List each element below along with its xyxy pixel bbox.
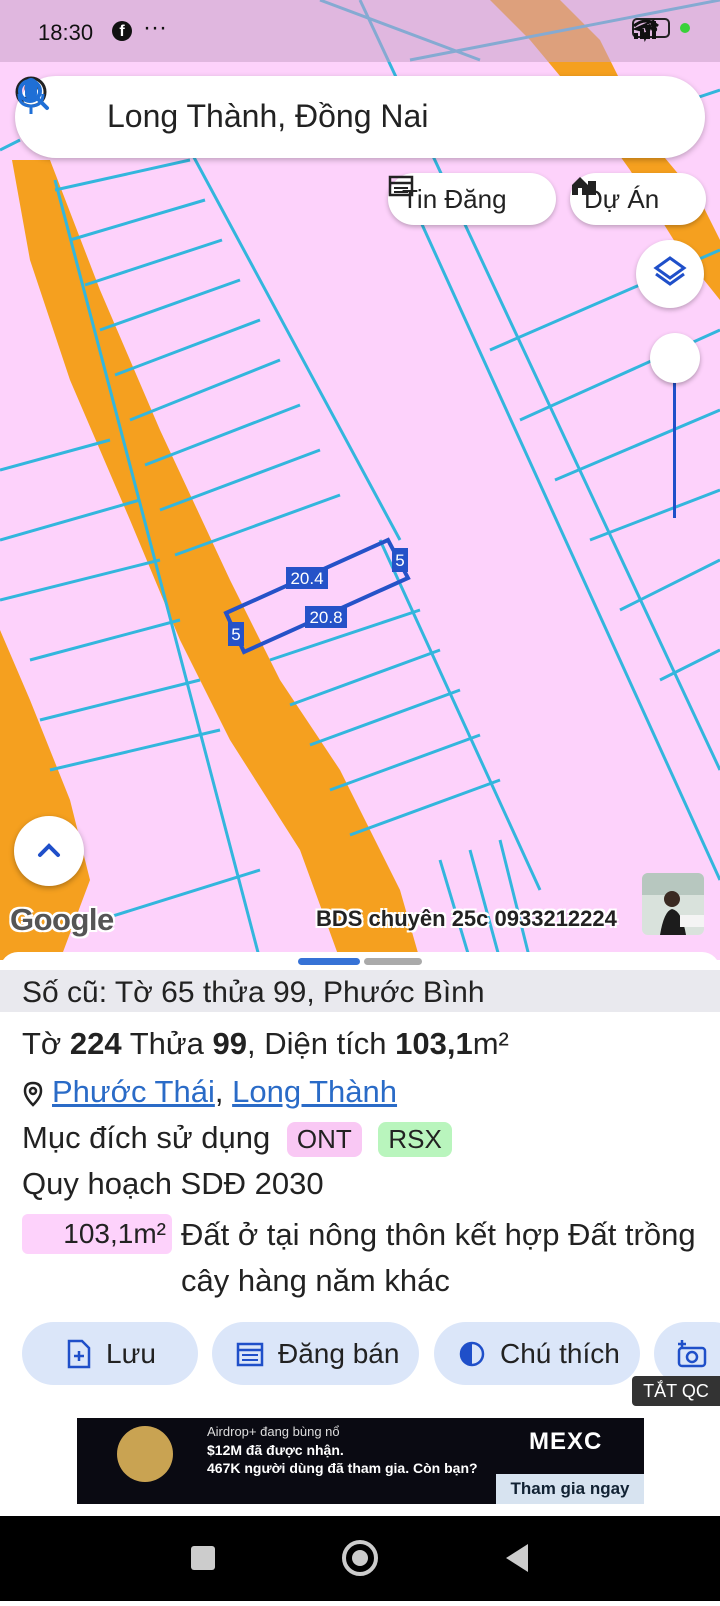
post-sale-label: Đăng bán <box>278 1337 400 1369</box>
commune-link[interactable]: Phước Thái <box>52 1074 215 1109</box>
coin-graphic <box>117 1426 173 1482</box>
old-parcel-info: Số cũ: Tờ 65 thửa 99, Phước Bình <box>22 976 485 1009</box>
ad-banner[interactable]: Airdrop+ đang bùng nổ $12M đã được nhận.… <box>77 1418 644 1504</box>
microphone-icon[interactable] <box>15 76 47 116</box>
expand-sheet-button[interactable] <box>14 816 84 886</box>
location-separator: , <box>214 1074 224 1109</box>
layers-button[interactable] <box>636 240 704 308</box>
system-nav-bar <box>0 1516 720 1601</box>
status-bar: 18:30 f ··· 65 <box>0 0 720 62</box>
purpose-badge-ont: ONT <box>286 1122 362 1157</box>
area-unit: m² <box>472 1026 509 1061</box>
map-view[interactable]: 20.4 20.8 5 5 18:30 f ··· 65 Long Thành,… <box>0 0 720 960</box>
parcel-summary: Tờ 224 Thửa 99, Diện tích 103,1m² <box>22 1026 509 1062</box>
zoom-slider-handle[interactable] <box>650 333 700 383</box>
plan-area-badge: 103,1m² <box>22 1214 172 1254</box>
status-dot <box>680 23 690 33</box>
nav-icons <box>191 1540 528 1576</box>
district-link[interactable]: Long Thành <box>232 1074 397 1109</box>
projects-chip[interactable]: Dự Án <box>570 173 706 225</box>
agent-photo <box>642 873 704 935</box>
close-ad-button[interactable]: TẮT QC <box>632 1376 720 1406</box>
ad-line-1: Airdrop+ đang bùng nổ <box>207 1424 340 1439</box>
dim-top-label: 20.4 <box>290 569 323 588</box>
google-logo: Google <box>10 902 114 937</box>
location-row: Phước Thái, Long Thành <box>22 1074 397 1110</box>
dim-bottom-label: 20.8 <box>309 608 342 627</box>
save-button-label: Lưu <box>106 1337 156 1369</box>
ad-cta-button[interactable]: Tham gia ngay <box>496 1474 644 1504</box>
legend-button-label: Chú thích <box>500 1337 620 1369</box>
contrast-icon <box>459 1341 485 1366</box>
more-notifications-icon: ··· <box>143 14 167 41</box>
map-watermark: BDS chuyên 25c 0933212224 <box>316 906 617 931</box>
purpose-label: Mục đích sử dụng <box>22 1120 271 1155</box>
location-pin-icon <box>23 1081 43 1107</box>
dim-left-label: 5 <box>231 625 240 644</box>
sheet-handle-active[interactable] <box>298 958 360 965</box>
wifi-icon <box>633 19 659 38</box>
calendar-list-icon <box>236 1342 264 1366</box>
recent-apps-icon <box>191 1546 215 1570</box>
search-bar[interactable]: Long Thành, Đồng Nai <box>15 76 705 158</box>
agent-avatar[interactable] <box>642 873 704 935</box>
plan-description: Đất ở tại nông thôn kết hợp Đất trồng câ… <box>181 1217 696 1298</box>
post-sale-button[interactable]: Đăng bán <box>212 1322 419 1385</box>
save-button[interactable]: Lưu <box>22 1322 198 1385</box>
chevron-up-icon <box>38 843 60 857</box>
ad-line-3: 467K người dùng đã tham gia. Còn bạn? <box>207 1460 478 1476</box>
legend-button[interactable]: Chú thích <box>434 1322 640 1385</box>
plan-title: Quy hoạch SDĐ 2030 <box>22 1166 324 1201</box>
label-area: , Diện tích <box>246 1026 387 1061</box>
ad-line-2: $12M đã được nhận. <box>207 1442 344 1458</box>
building-icon <box>572 177 596 195</box>
purpose-badge-rsx: RSX <box>378 1122 452 1157</box>
ad-brand-logo: MEXC <box>529 1428 603 1455</box>
parcel-area: 103,1 <box>395 1026 473 1061</box>
sheet-handle[interactable] <box>364 958 422 965</box>
back-icon <box>506 1544 528 1572</box>
old-parcel-info-row: Số cũ: Tờ 65 thửa 99, Phước Bình <box>0 970 720 1012</box>
search-query[interactable]: Long Thành, Đồng Nai <box>107 98 428 135</box>
calendar-icon <box>388 175 414 197</box>
add-photo-icon <box>677 1339 707 1367</box>
listings-chip-label: Tin Đăng <box>402 183 507 214</box>
layers-icon <box>653 256 687 286</box>
label-thua: Thửa <box>129 1026 204 1061</box>
status-time: 18:30 <box>38 20 94 45</box>
add-document-icon <box>67 1339 91 1368</box>
parcel-number: 99 <box>212 1026 247 1061</box>
purpose-row: Mục đích sử dụng ONT RSX <box>22 1120 452 1157</box>
facebook-icon: f <box>112 21 132 41</box>
sheet-number: 224 <box>69 1026 122 1061</box>
listings-chip[interactable]: Tin Đăng <box>388 173 556 225</box>
dim-right-label: 5 <box>395 551 404 570</box>
label-to: Tờ <box>22 1026 62 1061</box>
